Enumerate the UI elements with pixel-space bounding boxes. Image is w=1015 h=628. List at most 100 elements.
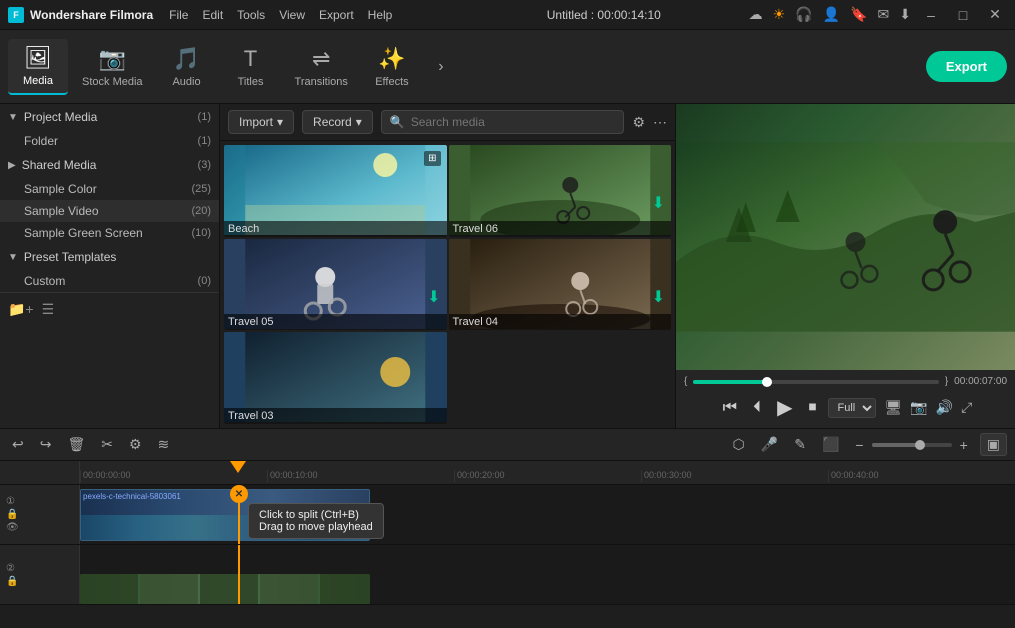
step-back-button[interactable]: ⏴ <box>749 397 765 419</box>
mask-button[interactable]: ⬡ <box>729 434 749 455</box>
video-track-row: ① 🔒 👁 pexels-c-technical-5803061 ✕ <box>0 485 1015 545</box>
zoom-track[interactable] <box>872 443 952 447</box>
menu-tools[interactable]: Tools <box>237 8 265 22</box>
annotation-button[interactable]: ✎ <box>790 434 810 455</box>
add-folder-icon[interactable]: 📁+ <box>8 301 34 318</box>
menu-bar: File Edit Tools View Export Help <box>169 8 459 22</box>
split-marker: ✕ <box>230 485 248 503</box>
toolbar-effects[interactable]: ✨ Effects <box>362 40 422 94</box>
expand-icon[interactable]: ⤢ <box>961 399 972 416</box>
main-area: ▼ Project Media (1) Folder (1) ▶ Shared … <box>0 104 1015 428</box>
monitor-icon[interactable]: 🖥 <box>884 399 902 416</box>
project-media-header[interactable]: ▼ Project Media (1) <box>0 104 219 130</box>
user-icon[interactable]: 👤 <box>823 6 840 23</box>
minimize-button[interactable]: – <box>919 7 943 23</box>
ruler-marks: 00:00:00:00 00:00:10:00 00:00:20:00 00:0… <box>80 461 1015 484</box>
sample-green-screen-section: Sample Green Screen (10) <box>0 222 219 244</box>
audio-track-content[interactable] <box>80 545 1015 604</box>
sun-icon[interactable]: ☀ <box>773 6 786 23</box>
undo-button[interactable]: ↩ <box>8 434 28 455</box>
download-icon[interactable]: ⬇ <box>899 6 911 23</box>
record-button[interactable]: Record ▾ <box>302 110 373 134</box>
download-travel06-icon[interactable]: ⬇ <box>652 193 665 213</box>
zoom-out-button[interactable]: − <box>851 435 867 455</box>
progress-thumb[interactable] <box>762 377 772 387</box>
shared-media-header[interactable]: ▶ Shared Media (3) <box>0 152 219 178</box>
sample-green-screen-item[interactable]: Sample Green Screen (10) <box>0 222 219 244</box>
preview-video <box>676 104 1015 370</box>
playback-controls: ⏮ ⏴ ▶ ⏹ Full 🖥 📷 🔊 ⤢ <box>684 393 1007 422</box>
project-media-section: ▼ Project Media (1) Folder (1) <box>0 104 219 152</box>
media-item-travel05[interactable]: ⬇ Travel 05 <box>224 239 447 331</box>
mail-icon[interactable]: ✉ <box>878 6 890 23</box>
zoom-in-button[interactable]: + <box>956 435 972 455</box>
cloud-icon[interactable]: ☁ <box>749 6 763 23</box>
audio-mix-button[interactable]: ≋ <box>154 434 174 455</box>
toolbar-transitions[interactable]: ⇌ Transitions <box>285 40 358 94</box>
app-logo: F Wondershare Filmora <box>8 7 153 23</box>
audio-num-icon: ② <box>6 563 18 574</box>
download-travel05-icon[interactable]: ⬇ <box>427 287 440 307</box>
media-grid: ⊞ Beach <box>220 141 675 428</box>
close-button[interactable]: ✕ <box>983 7 1007 23</box>
media-item-travel03[interactable]: Travel 03 <box>224 332 447 424</box>
redo-button[interactable]: ↪ <box>36 434 56 455</box>
maximize-button[interactable]: □ <box>951 7 975 23</box>
headphone-icon[interactable]: 🎧 <box>795 6 812 23</box>
toolbar-audio[interactable]: 🎵 Audio <box>157 40 217 94</box>
settings-button[interactable]: ⚙ <box>125 434 146 455</box>
skip-back-button[interactable]: ⏮ <box>719 397 741 419</box>
media-item-beach[interactable]: ⊞ Beach <box>224 145 447 237</box>
volume-icon[interactable]: 🔊 <box>936 399 953 416</box>
video-track-content[interactable]: pexels-c-technical-5803061 ✕ Click to sp… <box>80 485 1015 544</box>
video-track-header: ① 🔒 👁 <box>0 485 80 544</box>
menu-export[interactable]: Export <box>319 8 354 22</box>
sample-color-item[interactable]: Sample Color (25) <box>0 178 219 200</box>
timeline-end-button[interactable]: ▣ <box>980 433 1007 456</box>
menu-edit[interactable]: Edit <box>202 8 223 22</box>
timeline: ↩ ↪ 🗑 ✂ ⚙ ≋ ⬡ 🎤 ✎ ⬛ − + ▣ 00:00:00:00 00… <box>0 428 1015 628</box>
search-input[interactable] <box>411 115 616 129</box>
import-button[interactable]: Import ▾ <box>228 110 294 134</box>
grid-view-icon[interactable]: ⋯ <box>653 114 667 131</box>
right-bracket[interactable]: } <box>945 376 948 387</box>
toolbar-titles[interactable]: T Titles <box>221 40 281 94</box>
toolbar-stock-media[interactable]: 📷 Stock Media <box>72 40 153 94</box>
media-panel: Import ▾ Record ▾ 🔍 ⚙ ⋯ <box>220 104 675 428</box>
screenshot-icon[interactable]: 📷 <box>910 399 927 416</box>
ruler-mark-1: 00:00:10:00 <box>267 470 454 482</box>
left-bracket[interactable]: { <box>684 376 687 387</box>
folder-item[interactable]: Folder (1) <box>0 130 219 152</box>
menu-help[interactable]: Help <box>368 8 393 22</box>
filter-icon[interactable]: ⚙ <box>632 114 645 131</box>
more-tools-button[interactable]: › <box>426 30 456 104</box>
lock-icon[interactable]: 🔒 <box>6 509 19 520</box>
list-view-icon[interactable]: ☰ <box>42 301 55 318</box>
media-item-travel06[interactable]: ⬇ Travel 06 <box>449 145 672 237</box>
delete-button[interactable]: 🗑 <box>63 434 89 455</box>
stop-button[interactable]: ⏹ <box>804 397 820 419</box>
voice-button[interactable]: 🎤 <box>757 434 782 455</box>
pip-button[interactable]: ⬛ <box>818 434 843 455</box>
bookmark-icon[interactable]: 🔖 <box>850 6 867 23</box>
preset-templates-header[interactable]: ▼ Preset Templates <box>0 244 219 270</box>
zoom-thumb[interactable] <box>915 440 925 450</box>
cut-button[interactable]: ✂ <box>97 434 117 455</box>
menu-file[interactable]: File <box>169 8 188 22</box>
hide-icon[interactable]: 👁 <box>6 522 19 533</box>
toolbar-media[interactable]: 🖼 Media <box>8 39 68 95</box>
sample-video-item[interactable]: Sample Video (20) <box>0 200 219 222</box>
download-travel04-icon[interactable]: ⬇ <box>652 287 665 307</box>
audio-lock-icon[interactable]: 🔒 <box>6 576 18 587</box>
export-button[interactable]: Export <box>926 51 1007 82</box>
quality-select[interactable]: Full <box>828 398 876 418</box>
custom-item[interactable]: Custom (0) <box>0 270 219 292</box>
search-box[interactable]: 🔍 <box>381 110 625 134</box>
media-item-travel04[interactable]: ⬇ Travel 04 <box>449 239 672 331</box>
titles-icon: T <box>244 46 257 72</box>
logo-icon: F <box>8 7 24 23</box>
play-button[interactable]: ▶ <box>773 393 796 422</box>
menu-view[interactable]: View <box>279 8 305 22</box>
progress-track[interactable] <box>693 380 938 384</box>
ruler-mark-2: 00:00:20:00 <box>454 470 641 482</box>
